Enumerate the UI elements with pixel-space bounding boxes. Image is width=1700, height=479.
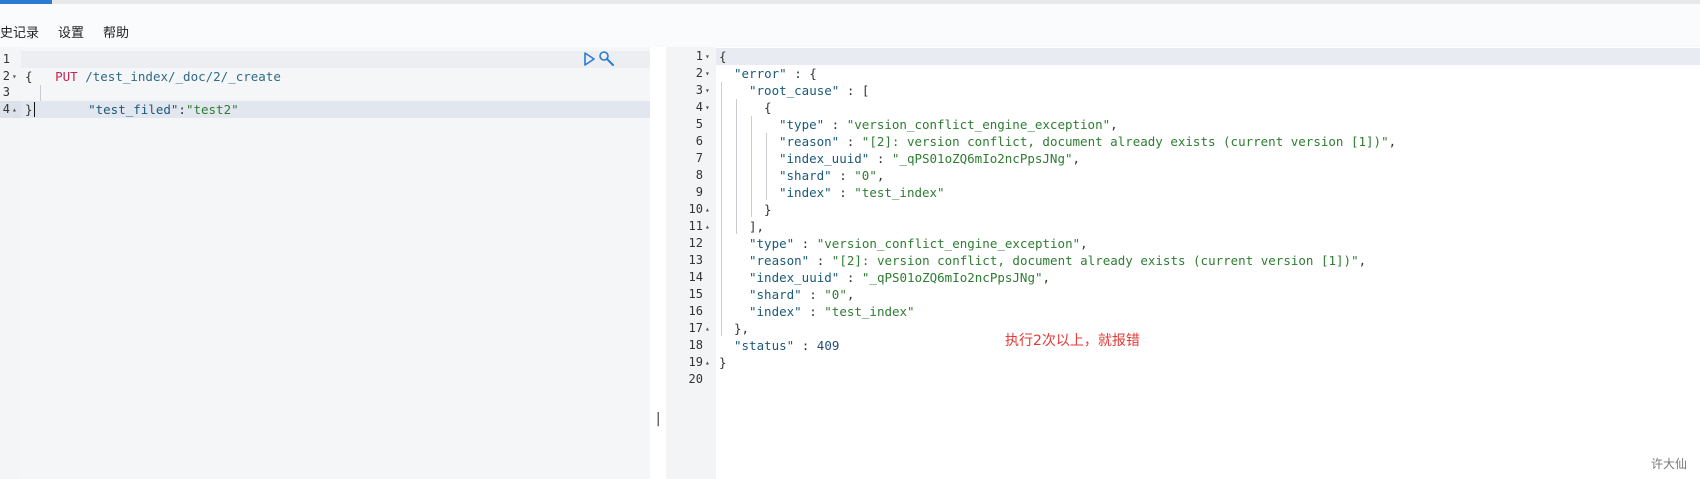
response-line: { bbox=[764, 100, 772, 116]
body-open-brace: { bbox=[25, 69, 33, 84]
fold-up-icon[interactable]: ▴ bbox=[705, 201, 710, 218]
response-line-highlight bbox=[716, 48, 1700, 65]
response-line: "index" : "test_index" bbox=[779, 185, 945, 201]
response-line-number: 4 bbox=[695, 100, 703, 115]
indent-guide bbox=[766, 133, 767, 201]
response-line-number: 13 bbox=[688, 253, 703, 268]
indent-guide bbox=[736, 99, 737, 235]
response-line: } bbox=[764, 202, 772, 218]
text-cursor bbox=[34, 102, 35, 117]
menu-settings[interactable]: 设置 bbox=[58, 22, 84, 41]
http-method: PUT bbox=[55, 69, 78, 84]
menu-bar: 史记录 设置 帮助 bbox=[0, 4, 1700, 48]
response-line: "shard" : "0", bbox=[779, 168, 885, 184]
response-line: "shard" : "0", bbox=[749, 287, 855, 303]
response-line-number: 7 bbox=[695, 151, 703, 166]
response-line: } bbox=[719, 355, 727, 371]
response-line-number: 11 bbox=[688, 219, 703, 234]
body-colon: : bbox=[178, 102, 186, 117]
fold-up-icon[interactable]: ▴ bbox=[12, 101, 17, 118]
response-line: "type" : "version_conflict_engine_except… bbox=[749, 236, 1088, 252]
indent-guide bbox=[40, 85, 41, 101]
request-editor[interactable]: 1 2 ▾ 3 4 ▴ PUT /test_index/_doc/2/_crea… bbox=[0, 47, 651, 479]
response-line: "type" : "version_conflict_engine_except… bbox=[779, 117, 1118, 133]
fold-up-icon[interactable]: ▴ bbox=[705, 354, 710, 371]
line-number: 2 bbox=[2, 69, 10, 83]
response-line: "reason" : "[2]: version conflict, docum… bbox=[779, 134, 1397, 150]
response-line-number: 6 bbox=[695, 134, 703, 149]
wrench-icon[interactable] bbox=[598, 50, 615, 67]
response-line: "reason" : "[2]: version conflict, docum… bbox=[749, 253, 1367, 269]
response-line: ], bbox=[749, 219, 765, 235]
response-line: "index" : "test_index" bbox=[749, 304, 915, 320]
response-line-number: 8 bbox=[695, 168, 703, 183]
body-field-key: "test_filed" bbox=[88, 102, 179, 117]
pane-splitter[interactable]: || bbox=[650, 47, 671, 479]
body-field-value: "test2" bbox=[185, 102, 239, 117]
line-number: 4 bbox=[2, 102, 10, 116]
response-line: { bbox=[719, 49, 727, 64]
play-icon[interactable] bbox=[583, 52, 595, 66]
response-line-number: 14 bbox=[688, 270, 703, 285]
fold-up-icon[interactable]: ▴ bbox=[705, 218, 710, 235]
response-line: "error" : { bbox=[734, 66, 817, 82]
response-line-number: 20 bbox=[688, 372, 703, 387]
response-line: }, bbox=[734, 321, 750, 337]
response-line-number: 12 bbox=[688, 236, 703, 251]
response-line-number: 5 bbox=[695, 117, 703, 132]
indent-guide bbox=[751, 116, 752, 218]
indent-guide bbox=[721, 82, 722, 337]
body-field-line: "test_filed":"test2" bbox=[58, 84, 239, 117]
response-line-number: 9 bbox=[695, 185, 703, 200]
menu-history[interactable]: 史记录 bbox=[0, 22, 39, 41]
response-line-number: 3 bbox=[695, 83, 703, 98]
fold-down-icon[interactable]: ▾ bbox=[705, 65, 710, 82]
response-line-number: 1 bbox=[695, 49, 703, 63]
request-line[interactable]: PUT /test_index/_doc/2/_create bbox=[25, 51, 281, 84]
response-line-number: 16 bbox=[688, 304, 703, 319]
fold-down-icon[interactable]: ▾ bbox=[705, 82, 710, 99]
fold-up-icon[interactable]: ▴ bbox=[705, 320, 710, 337]
fold-down-icon[interactable]: ▾ bbox=[705, 48, 710, 65]
menu-help[interactable]: 帮助 bbox=[103, 22, 129, 41]
fold-down-icon[interactable]: ▾ bbox=[705, 99, 710, 116]
body-close-brace: } bbox=[25, 102, 33, 117]
request-path: /test_index/_doc/2/_create bbox=[85, 69, 281, 84]
response-line-number: 10 bbox=[688, 202, 703, 217]
response-line-number: 18 bbox=[688, 338, 703, 353]
response-line: "root_cause" : [ bbox=[749, 83, 870, 99]
response-line-number: 15 bbox=[688, 287, 703, 302]
response-line-number: 17 bbox=[688, 321, 703, 336]
response-line: "index_uuid" : "_qPS01oZQ6mIo2ncPpsJNg", bbox=[749, 270, 1051, 286]
watermark: 许大仙 bbox=[1651, 457, 1688, 471]
response-line: "index_uuid" : "_qPS01oZQ6mIo2ncPpsJNg", bbox=[779, 151, 1081, 167]
response-line: "status" : 409 bbox=[734, 338, 840, 354]
fold-down-icon[interactable]: ▾ bbox=[12, 68, 17, 85]
response-line-number: 19 bbox=[688, 355, 703, 370]
line-number: 3 bbox=[2, 85, 10, 99]
line-number: 1 bbox=[2, 52, 10, 66]
response-line-number: 2 bbox=[695, 66, 703, 81]
red-annotation: 执行2次以上，就报错 bbox=[1005, 333, 1140, 349]
